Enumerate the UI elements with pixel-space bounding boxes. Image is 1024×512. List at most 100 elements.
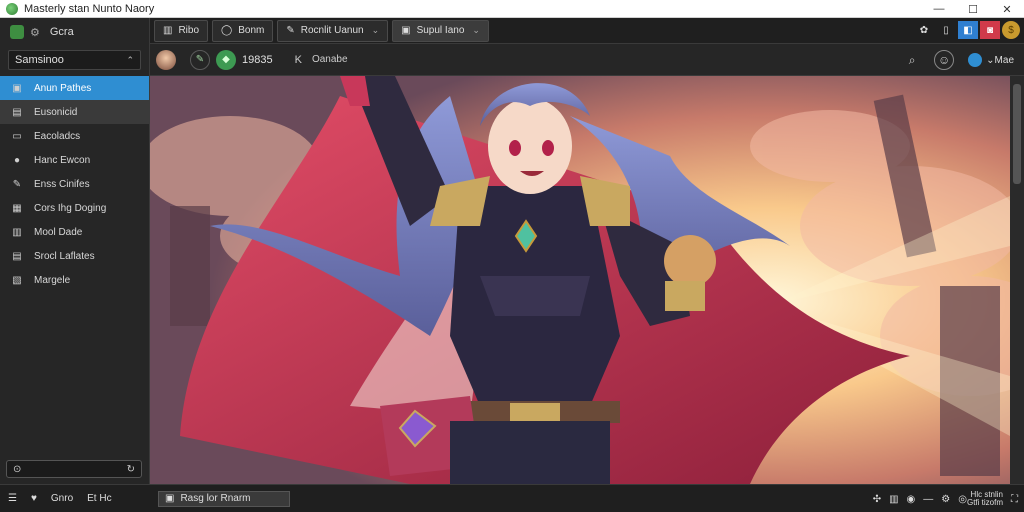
monitor-icon: ▭ — [12, 130, 22, 142]
chevron-up-icon: ⌃ — [126, 54, 134, 65]
tools-icon[interactable]: ✣ — [873, 494, 881, 505]
tab-bar: ▥ Ribo ◯ Bonm ✎ Rocnlit Uanun ⌄ ▣ Supul … — [150, 18, 1024, 44]
window-title: Masterly stan Nunto Naory — [24, 2, 155, 15]
refresh-icon[interactable]: ↻ — [127, 464, 135, 475]
gauge-icon[interactable]: ◎ — [958, 494, 967, 505]
prompt-input[interactable]: ▣ Rasg lor Rnarm — [158, 490, 290, 507]
chevron-down-icon: ⌄ — [986, 54, 995, 66]
tab-label: Supul Iano — [416, 25, 465, 36]
circle-icon: ◯ — [221, 25, 233, 36]
vertical-scrollbar[interactable] — [1010, 76, 1024, 484]
tab-label: Rocnlit Uanun — [300, 25, 364, 36]
layout-icon[interactable]: ▯ — [936, 21, 956, 39]
sidebar-item-cors-ihg-doging[interactable]: ▦ Cors Ihg Doging — [0, 196, 149, 220]
layout-icon[interactable]: ▥ — [889, 494, 898, 505]
panel-icon[interactable]: ◧ — [958, 21, 978, 39]
toolbar: ✎ ◆ 19835 K Oanabe ⌕ ☺ ⌄ Mae — [150, 44, 1024, 76]
model-dropdown[interactable]: ⌄ Mae — [968, 50, 1014, 70]
heart-icon[interactable]: ♥ — [31, 493, 37, 504]
tab-bonm[interactable]: ◯ Bonm — [212, 19, 274, 42]
toolbar-actions: ⌕ ☺ ⌄ Mae — [890, 50, 1014, 70]
workspace-select-label: Samsinoo — [15, 54, 64, 66]
sidebar-item-label: Eacoladcs — [34, 130, 81, 142]
coin-icon[interactable]: $ — [1002, 21, 1020, 39]
settings-icon[interactable]: ⚙ — [941, 494, 950, 505]
app-icon — [6, 2, 18, 15]
tab-rocnlit[interactable]: ✎ Rocnlit Uanun ⌄ — [277, 19, 389, 42]
sidebar-item-label: Cors Ihg Doging — [34, 202, 107, 214]
avatar[interactable] — [156, 49, 176, 70]
status-bar: ☰ ♥ Gnro Et Hc ▣ Rasg lor Rnarm ✣ ▥ ◉ — … — [0, 484, 1024, 512]
image-icon: ▣ — [401, 25, 411, 36]
gear-icon[interactable]: ⚙ — [30, 26, 40, 39]
sidebar-item-hanc-ewcon[interactable]: ● Hanc Ewcon — [0, 148, 149, 172]
image-icon: ▣ — [165, 493, 175, 504]
sidebar-item-srocl-laflates[interactable]: ▤ Srocl Laflates — [0, 244, 149, 268]
k-label: K — [294, 53, 302, 66]
model-dropdown-label: Mae — [994, 54, 1014, 66]
maximize-button[interactable]: ☐ — [956, 0, 990, 18]
prompt-input-value: Rasg lor Rnarm — [180, 493, 251, 504]
film-icon: ▦ — [12, 202, 22, 214]
scrollbar-thumb[interactable] — [1013, 84, 1021, 184]
layers-icon: ▤ — [12, 250, 22, 262]
title-bar: Masterly stan Nunto Naory — ☐ ✕ — [0, 0, 1024, 18]
window-controls: — ☐ ✕ — [922, 0, 1024, 18]
model-icon — [968, 53, 983, 67]
settings-icon[interactable]: ✿ — [914, 21, 934, 39]
image-icon: ▣ — [12, 82, 22, 94]
pencil-icon: ✎ — [286, 25, 295, 36]
chevron-down-icon[interactable]: ⌄ — [372, 25, 380, 36]
sidebar-item-anun-pathes[interactable]: ▣ Anun Pathes — [0, 76, 149, 100]
folder-icon: ▧ — [12, 274, 22, 286]
sidebar-item-enss-cinifes[interactable]: ✎ Enss Cinifes — [0, 172, 149, 196]
grid-icon: ▥ — [163, 25, 173, 36]
grid-icon: ▥ — [12, 226, 22, 238]
anime-illustration — [150, 76, 1010, 484]
search-icon[interactable]: ⌕ — [902, 50, 922, 70]
gem-icon[interactable]: ◆ — [216, 49, 236, 70]
sidebar-header-label: Gcra — [49, 26, 74, 38]
image-canvas[interactable] — [150, 76, 1010, 484]
fullscreen-icon[interactable]: ⛶ — [1011, 494, 1018, 505]
status-stats: Hlc stnlin Gtfi tizofm — [967, 491, 1003, 507]
sidebar-item-mool-dade[interactable]: ▥ Mool Dade — [0, 220, 149, 244]
tab-supul[interactable]: ▣ Supul Iano ⌄ — [392, 19, 489, 42]
status-left: ☰ ♥ Gnro Et Hc — [0, 493, 150, 504]
workspace-select[interactable]: Samsinoo ⌃ — [8, 50, 141, 70]
sidebar-item-label: Mool Dade — [34, 226, 83, 238]
sidebar-header: ⚙ Gcra — [0, 18, 149, 46]
coin-icon: ● — [13, 154, 21, 166]
sidebar-item-label: Margele — [34, 274, 71, 286]
leaf-logo-icon — [10, 25, 24, 39]
sidebar: ⚙ Gcra Samsinoo ⌃ ▣ Anun Pathes ▤ Eusonicid… — [0, 18, 150, 484]
notification-icon[interactable]: ◙ — [980, 21, 1000, 39]
tab-ribo[interactable]: ▥ Ribo — [154, 19, 209, 42]
tab-bar-actions: ✿ ▯ ◧ ◙ $ — [912, 21, 1020, 39]
tab-label: Ribo — [178, 25, 200, 36]
document-icon: ▤ — [12, 106, 22, 118]
chevron-down-icon[interactable]: ⌄ — [472, 25, 480, 36]
minimize-button[interactable]: — — [922, 0, 956, 18]
smiley-icon[interactable]: ☺ — [934, 50, 955, 70]
toolbar-label: Oanabe — [311, 54, 348, 65]
sidebar-item-label: Eusonicid — [34, 106, 78, 118]
sidebar-item-label: Srocl Laflates — [34, 250, 95, 262]
search-icon: ⊙ — [13, 463, 22, 475]
brush-icon[interactable]: ✎ — [190, 49, 210, 70]
brush-icon: ✎ — [12, 178, 22, 190]
sidebar-item-margele[interactable]: ▧ Margele — [0, 268, 149, 292]
menu-icon[interactable]: ☰ — [8, 493, 17, 504]
status-label: Gnro — [50, 493, 74, 504]
sidebar-search[interactable]: ⊙ ↻ — [6, 460, 142, 478]
minus-icon[interactable]: — — [923, 494, 933, 505]
sidebar-item-label: Hanc Ewcon — [34, 154, 91, 166]
sidebar-item-eacoladcs[interactable]: ▭ Eacoladcs — [0, 124, 149, 148]
chat-icon[interactable]: ◉ — [907, 494, 916, 505]
credit-count: 19835 — [242, 53, 273, 66]
status-right: ✣ ▥ ◉ — ⚙ ◎ Hlc stnlin Gtfi tizofm ⛶ — [865, 491, 1018, 507]
close-button[interactable]: ✕ — [990, 0, 1024, 18]
sidebar-item-label: Enss Cinifes — [34, 178, 90, 190]
sidebar-item-eusonicid[interactable]: ▤ Eusonicid — [0, 100, 149, 124]
status-extra: Et Hc — [87, 493, 112, 504]
